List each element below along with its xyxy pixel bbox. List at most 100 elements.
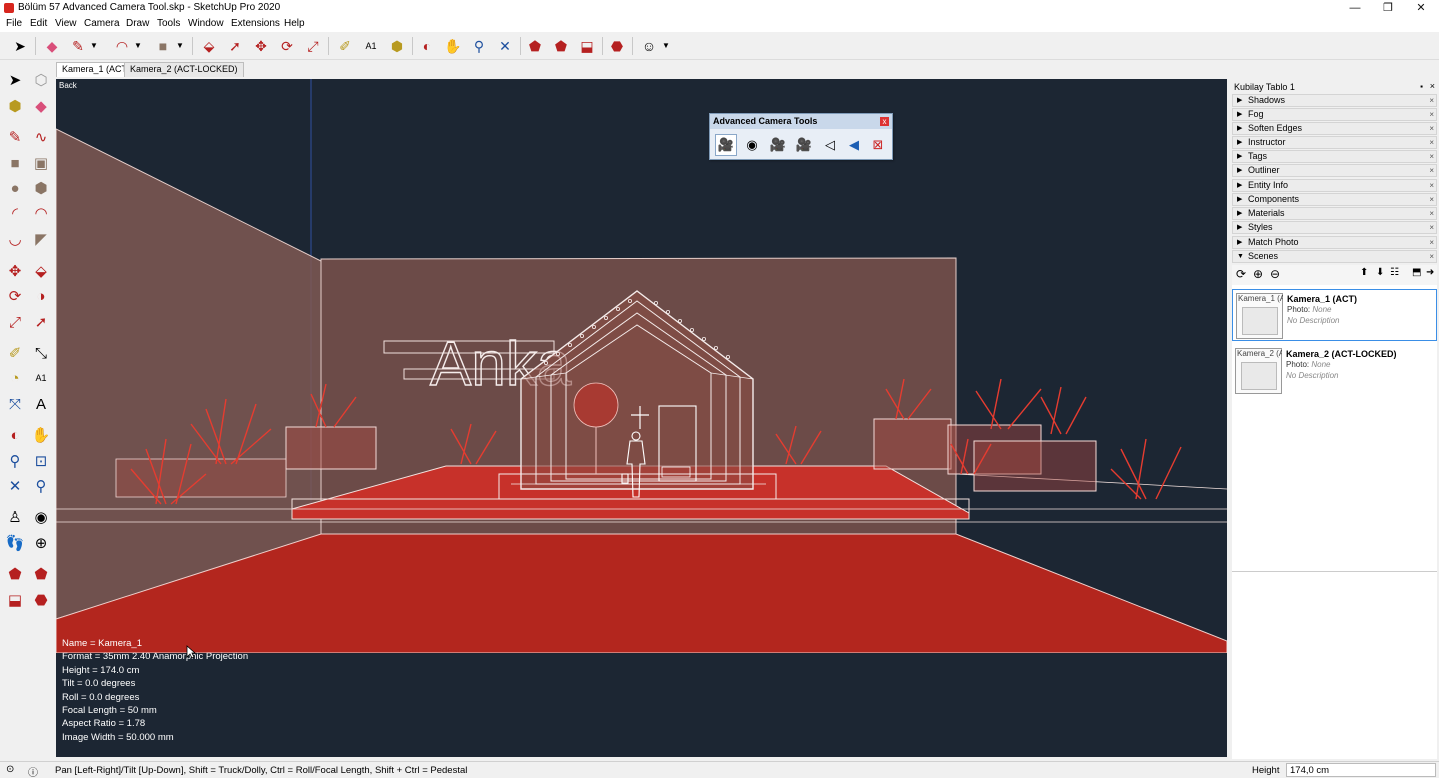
show-frustum-lines-icon[interactable]: ◁ — [819, 134, 841, 156]
add-scene-icon[interactable]: ⊕ — [1253, 267, 1263, 281]
position-camera-tool-icon[interactable]: ♙ — [4, 506, 26, 528]
panel-soften-edges[interactable]: ▶ Soften Edges × — [1232, 122, 1437, 135]
info-icon[interactable]: ⓘ — [28, 764, 38, 778]
zoom-window-tool-icon[interactable]: ⊡ — [30, 450, 52, 472]
offset-tool-icon[interactable]: ➚ — [30, 311, 52, 333]
dimension-tool-icon[interactable]: ⤡ — [30, 342, 52, 364]
camera-properties-icon[interactable]: 🎥 — [767, 134, 789, 156]
maximize-button[interactable]: ❐ — [1373, 0, 1403, 16]
minimize-button[interactable]: — — [1340, 0, 1370, 16]
tray-close-button[interactable]: × — [1430, 81, 1435, 91]
extension-manager-icon[interactable]: ⬣ — [606, 36, 628, 56]
panel-fog[interactable]: ▶ Fog × — [1232, 108, 1437, 121]
make-component-icon[interactable]: ⬡ — [30, 69, 52, 91]
rectangle-tool-icon[interactable]: ■ — [4, 152, 26, 174]
arc-tool-icon[interactable]: ◠ — [111, 36, 133, 56]
zoom-extents-tool-icon[interactable]: ✕ — [494, 36, 516, 56]
tape-measure-tool-icon[interactable]: ✐ — [4, 342, 26, 364]
select-tool-icon[interactable]: ➤ — [4, 69, 26, 91]
tab-kamera-2[interactable]: Kamera_2 (ACT-LOCKED) — [124, 62, 244, 77]
panel-styles[interactable]: ▶ Styles × — [1232, 221, 1437, 234]
panel-close-icon[interactable]: × — [1429, 165, 1434, 176]
menu-window[interactable]: Window — [188, 18, 224, 29]
update-scene-icon[interactable]: ⟳ — [1236, 267, 1246, 281]
panel-close-icon[interactable]: × — [1429, 208, 1434, 219]
eraser-tool-icon[interactable]: ◆ — [41, 36, 63, 56]
chevron-down-icon[interactable]: ▼ — [660, 36, 672, 56]
move-scene-down-icon[interactable]: ⬇ — [1376, 267, 1384, 278]
3d-warehouse-icon[interactable]: ⬟ — [524, 36, 546, 56]
circle-tool-icon[interactable]: ● — [4, 177, 26, 199]
menu-camera[interactable]: Camera — [84, 18, 120, 29]
protractor-tool-icon[interactable]: ◔ — [4, 367, 26, 389]
push-pull-tool-icon[interactable]: ⬙ — [198, 36, 220, 56]
remove-scene-icon[interactable]: ⊖ — [1270, 267, 1280, 281]
panel-shadows[interactable]: ▶ Shadows × — [1232, 94, 1437, 107]
panel-entity-info[interactable]: ▶ Entity Info × — [1232, 179, 1437, 192]
pie-tool-icon[interactable]: ◤ — [30, 228, 52, 250]
pan-tool-icon[interactable]: ✋ — [30, 424, 52, 446]
3d-warehouse-icon[interactable]: ⬟ — [4, 563, 26, 585]
panel-close-icon[interactable]: × — [1429, 180, 1434, 191]
lock-camera-icon[interactable]: 🎥 — [793, 134, 815, 156]
scale-tool-icon[interactable]: ⤢ — [302, 36, 324, 56]
follow-me-tool-icon[interactable]: ➚ — [224, 36, 246, 56]
reset-camera-icon[interactable]: ⊠ — [867, 134, 889, 156]
chevron-down-icon[interactable]: ▼ — [174, 36, 186, 56]
panel-close-icon[interactable]: × — [1429, 222, 1434, 233]
extension-warehouse-icon[interactable]: ⬟ — [550, 36, 572, 56]
rectangle-shape-tool-icon[interactable]: ■ — [152, 36, 174, 56]
paint-bucket-tool-icon[interactable]: ⬢ — [4, 95, 26, 117]
act-panel-close-button[interactable]: x — [880, 117, 889, 126]
create-camera-icon[interactable]: 🎥 — [715, 134, 737, 156]
freehand-tool-icon[interactable]: ∿ — [30, 126, 52, 148]
follow-me-tool-icon[interactable]: ◑ — [30, 285, 52, 307]
axes-tool-icon[interactable]: ⤧ — [4, 393, 26, 415]
user-account-icon[interactable]: ☺ — [638, 36, 660, 56]
show-details-icon[interactable]: ⬒ — [1412, 267, 1421, 278]
line-tool-icon[interactable]: ✎ — [4, 126, 26, 148]
tape-measure-tool-icon[interactable]: ✐ — [334, 36, 356, 56]
panel-materials[interactable]: ▶ Materials × — [1232, 207, 1437, 220]
panel-close-icon[interactable]: × — [1429, 109, 1434, 120]
detail-arrow-icon[interactable]: ➜ — [1426, 267, 1434, 278]
3d-text-tool-icon[interactable]: A — [30, 393, 52, 415]
menu-tools[interactable]: Tools — [157, 18, 180, 29]
show-frustum-volume-icon[interactable]: ◀ — [843, 134, 865, 156]
pan-tool-icon[interactable]: ✋ — [442, 36, 464, 56]
extension-manager-icon[interactable]: ⬣ — [30, 589, 52, 611]
menu-extensions[interactable]: Extensions — [231, 18, 280, 29]
panel-close-icon[interactable]: × — [1429, 95, 1434, 106]
menu-view[interactable]: View — [55, 18, 77, 29]
panel-close-icon[interactable]: × — [1429, 251, 1434, 262]
menu-file[interactable]: File — [6, 18, 22, 29]
close-window-button[interactable]: ✕ — [1406, 0, 1436, 16]
scale-tool-icon[interactable]: ⤢ — [4, 311, 26, 333]
rotate-tool-icon[interactable]: ⟳ — [276, 36, 298, 56]
select-tool-icon[interactable]: ➤ — [9, 36, 31, 56]
rotate-tool-icon[interactable]: ⟳ — [4, 285, 26, 307]
geo-location-icon[interactable]: ⊙ — [6, 764, 14, 775]
text-tool-icon[interactable]: A1 — [30, 367, 52, 389]
previous-view-icon[interactable]: ⚲ — [30, 475, 52, 497]
move-scene-up-icon[interactable]: ⬆ — [1360, 267, 1368, 278]
arc-tool-icon[interactable]: ◜ — [4, 202, 26, 224]
menu-help[interactable]: Help — [284, 18, 305, 29]
panel-match-photo[interactable]: ▶ Match Photo × — [1232, 236, 1437, 249]
push-pull-tool-icon[interactable]: ⬙ — [30, 260, 52, 282]
scene-item-kamera-2[interactable]: Kamera_2 (A Kamera_2 (ACT-LOCKED) Photo:… — [1232, 345, 1437, 397]
panel-instructor[interactable]: ▶ Instructor × — [1232, 136, 1437, 149]
panel-tags[interactable]: ▶ Tags × — [1232, 150, 1437, 163]
menu-edit[interactable]: Edit — [30, 18, 47, 29]
three-point-arc-tool-icon[interactable]: ◡ — [4, 228, 26, 250]
panel-scenes[interactable]: ▼ Scenes × — [1232, 250, 1437, 263]
orbit-tool-icon[interactable]: ◐ — [4, 424, 26, 446]
send-to-layout-icon[interactable]: ⬓ — [576, 36, 598, 56]
extension-warehouse-icon[interactable]: ⬟ — [30, 563, 52, 585]
pencil-line-tool-icon[interactable]: ✎ — [67, 36, 89, 56]
advanced-camera-tools-panel[interactable]: Advanced Camera Tools x 🎥 ◉ 🎥 🎥 ◁ ◀ ⊠ — [709, 113, 893, 160]
send-to-layout-icon[interactable]: ⬓ — [4, 589, 26, 611]
modeling-viewport[interactable]: Anka Back Name = Kamera_1 Format = 35mm … — [56, 79, 1227, 757]
panel-close-icon[interactable]: × — [1429, 194, 1434, 205]
panel-close-icon[interactable]: × — [1429, 151, 1434, 162]
